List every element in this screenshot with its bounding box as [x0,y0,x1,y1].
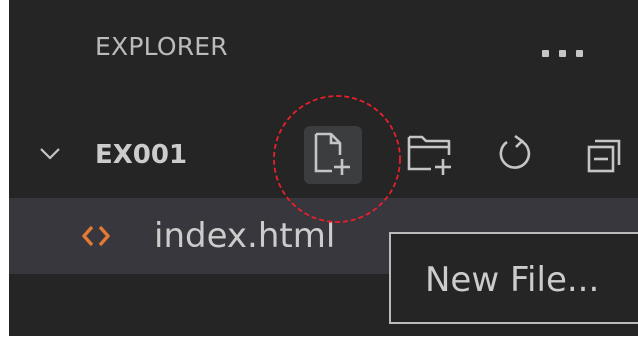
refresh-icon [499,134,531,169]
collapse-all-icon [587,139,621,173]
annotation-circle [273,95,401,223]
folder-name: EX001 [95,140,188,170]
explorer-title: EXPLORER [95,32,228,61]
ellipsis-dot [576,50,583,57]
chevron-down-icon[interactable] [39,146,61,162]
ellipsis-dot [559,50,566,57]
tooltip-text: New File... [425,260,600,300]
new-file-tooltip: New File... [389,232,638,324]
ellipsis-dot [542,50,549,57]
collapse-all-button[interactable] [569,118,638,190]
left-margin [0,0,9,345]
bottom-margin [0,336,638,345]
new-folder-icon [407,135,451,175]
html-file-icon [82,225,110,247]
new-folder-button[interactable] [394,118,466,190]
ellipsis-icon[interactable] [542,50,583,57]
refresh-button[interactable] [479,118,551,190]
explorer-panel: EXPLORER EX001 index.html New File... [0,0,638,345]
